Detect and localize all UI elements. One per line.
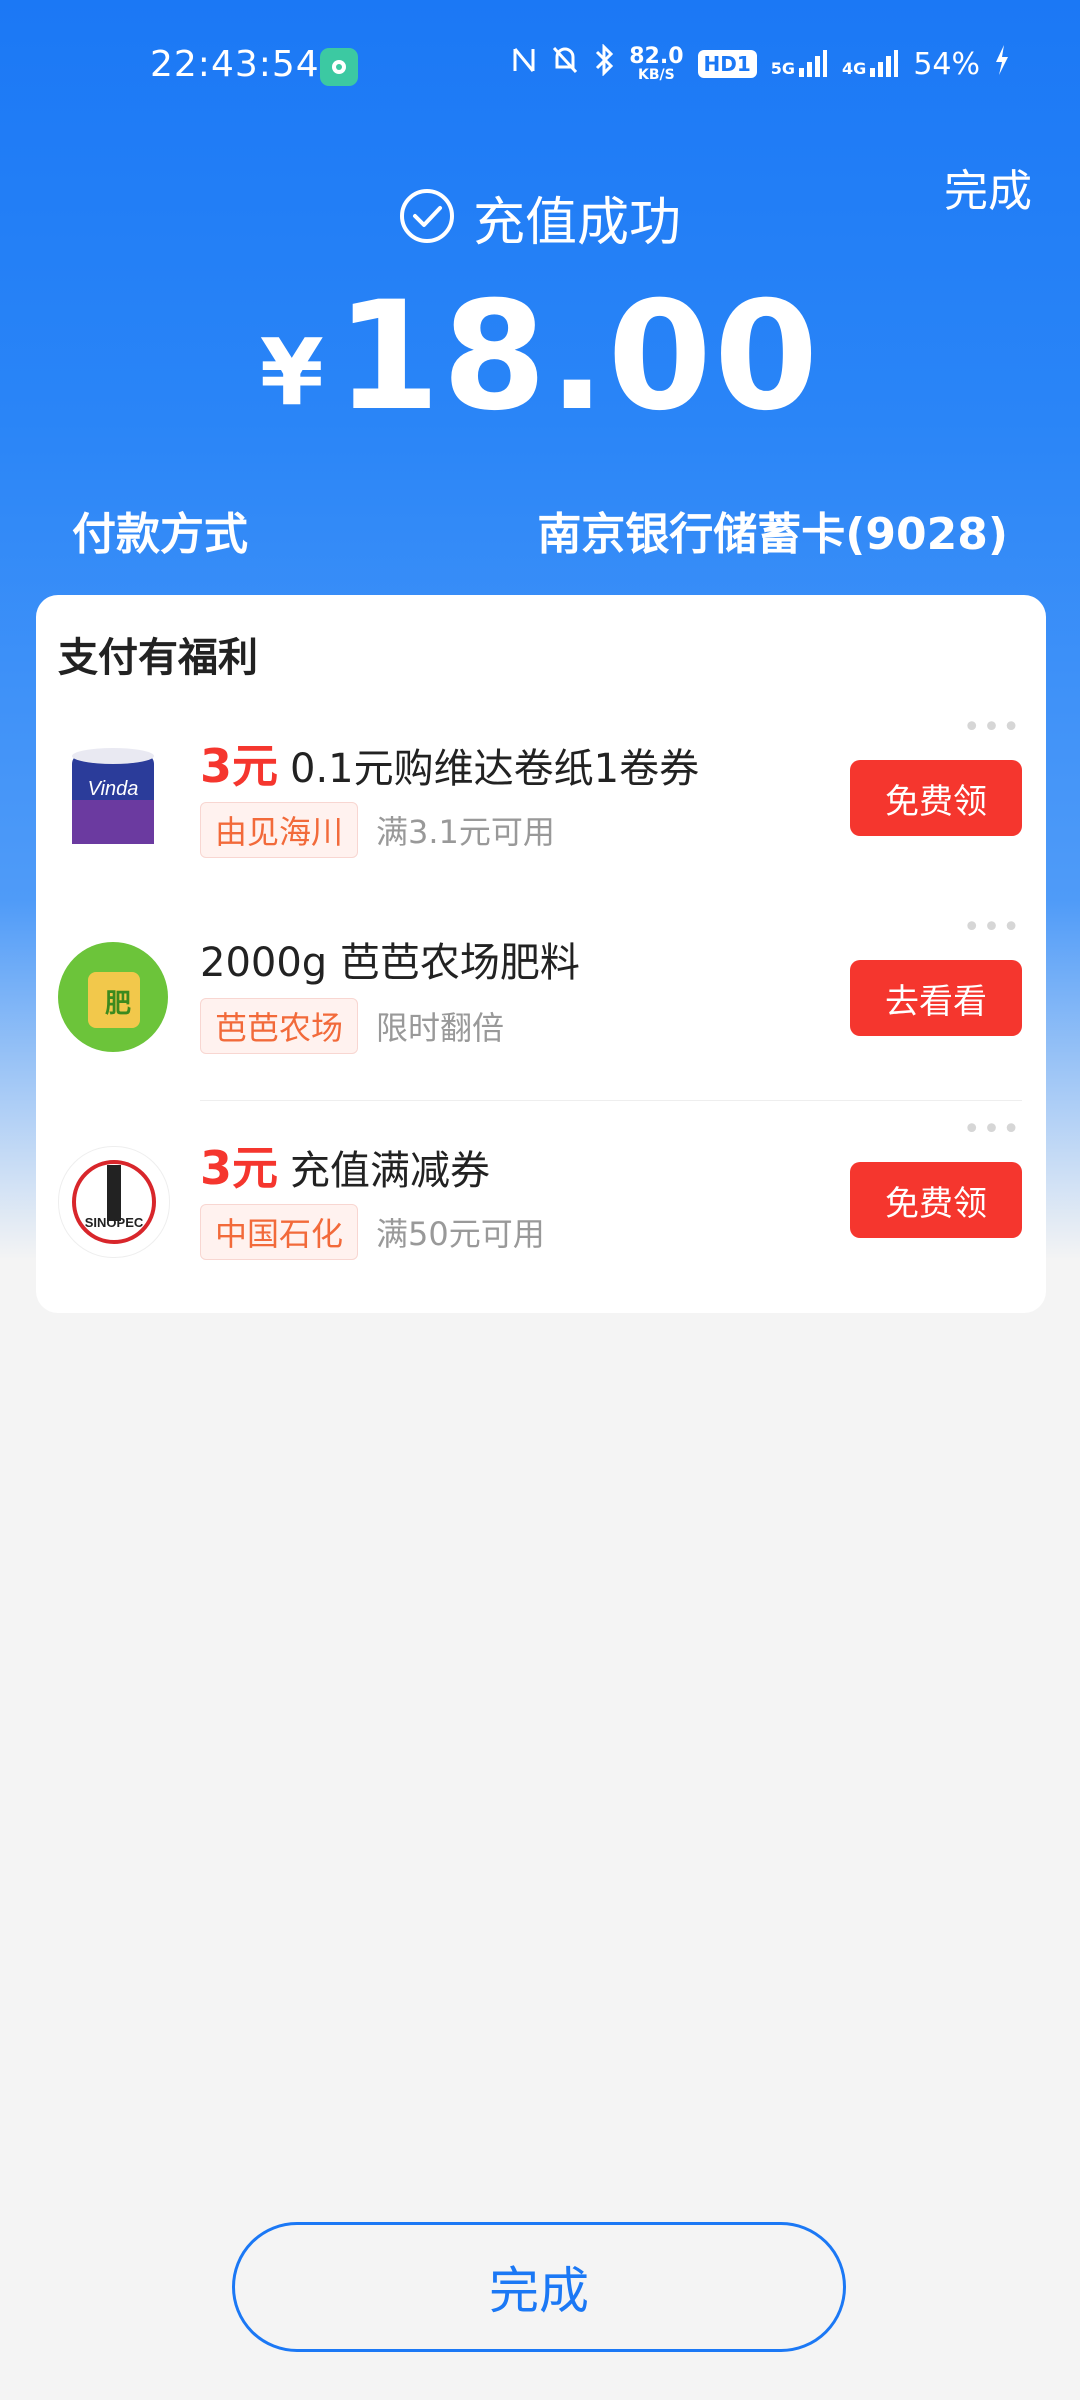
- network-speed: 82.0 KB/S: [629, 44, 684, 83]
- more-options-icon[interactable]: •••: [963, 1112, 1022, 1147]
- benefits-title: 支付有福利: [58, 635, 258, 681]
- merchant-tag: 芭芭农场: [200, 998, 359, 1054]
- status-icons: 82.0 KB/S HD1 5G 4G 54%: [511, 43, 1010, 84]
- amount-display: ¥ 18.00: [0, 270, 1080, 444]
- signal-5g-icon: 5G: [771, 50, 828, 78]
- promo-title: 0.1元购维达卷纸1卷券: [290, 746, 700, 792]
- sinopec-logo-icon: SINOPEC: [58, 1146, 170, 1258]
- claim-button[interactable]: 免费领: [850, 760, 1022, 836]
- battery-level: 54%: [913, 46, 980, 82]
- vinda-logo-icon: Vinda: [58, 740, 168, 850]
- success-banner: 充值成功: [0, 180, 1080, 255]
- payment-method-value: 南京银行储蓄卡(9028): [537, 509, 1008, 560]
- success-text: 充值成功: [472, 193, 681, 253]
- notification-app-icon: [320, 48, 358, 86]
- signal-4g-icon: 4G: [842, 50, 899, 78]
- bluetooth-icon: [593, 43, 615, 84]
- baba-farm-icon: 肥: [58, 942, 168, 1052]
- status-bar: 22:43:54 82.0 KB/S HD1 5G 4G 54%: [0, 0, 1080, 135]
- amount-value: 18.00: [335, 270, 821, 444]
- claim-button[interactable]: 免费领: [850, 1162, 1022, 1238]
- promo-condition: 满50元可用: [376, 1215, 545, 1253]
- promo-price: 3元: [200, 739, 279, 793]
- currency-symbol: ¥: [259, 319, 324, 426]
- merchant-tag: 由见海川: [200, 802, 359, 858]
- nfc-icon: [511, 45, 537, 83]
- promo-title: 充值满减券: [290, 1148, 491, 1194]
- view-button[interactable]: 去看看: [850, 960, 1022, 1036]
- done-button[interactable]: 完成: [232, 2222, 846, 2352]
- status-time: 22:43:54: [150, 44, 320, 85]
- svg-text:肥: 肥: [105, 989, 131, 1019]
- promo-tags: 由见海川 满3.1元可用: [200, 802, 555, 858]
- payment-method-label: 付款方式: [72, 509, 248, 560]
- promo-item[interactable]: 肥 2000g 芭芭农场肥料 芭芭农场 限时翻倍 ••• 去看看: [36, 900, 1046, 1100]
- promo-condition: 满3.1元可用: [376, 813, 555, 851]
- promo-price: 3元: [200, 1141, 279, 1195]
- promo-item[interactable]: Vinda 3元 0.1元购维达卷纸1卷券 由见海川 满3.1元可用 ••• 免…: [36, 700, 1046, 900]
- svg-text:Vinda: Vinda: [88, 778, 139, 800]
- charging-icon: [994, 45, 1010, 83]
- success-check-icon: [399, 188, 455, 248]
- promo-condition: 限时翻倍: [376, 1009, 505, 1047]
- more-options-icon[interactable]: •••: [963, 910, 1022, 945]
- mute-bell-icon: [551, 45, 579, 83]
- benefits-card: 支付有福利 Vinda 3元 0.1元购维达卷纸1卷券 由见海川 满3.1元可用…: [36, 595, 1046, 1313]
- promo-headline: 3元 充值满减券: [200, 1132, 490, 1198]
- promo-item[interactable]: SINOPEC 3元 充值满减券 中国石化 满50元可用 ••• 免费领: [36, 1102, 1046, 1302]
- promo-tags: 中国石化 满50元可用: [200, 1204, 545, 1260]
- merchant-tag: 中国石化: [200, 1204, 359, 1260]
- more-options-icon[interactable]: •••: [963, 710, 1022, 745]
- divider: [200, 1100, 1022, 1101]
- promo-headline: 3元 0.1元购维达卷纸1卷券: [200, 730, 699, 796]
- svg-text:SINOPEC: SINOPEC: [85, 1215, 144, 1230]
- promo-tags: 芭芭农场 限时翻倍: [200, 998, 504, 1054]
- hd-badge: HD1: [697, 50, 757, 78]
- promo-headline: 2000g 芭芭农场肥料: [200, 930, 580, 988]
- promo-title: 2000g 芭芭农场肥料: [200, 940, 580, 986]
